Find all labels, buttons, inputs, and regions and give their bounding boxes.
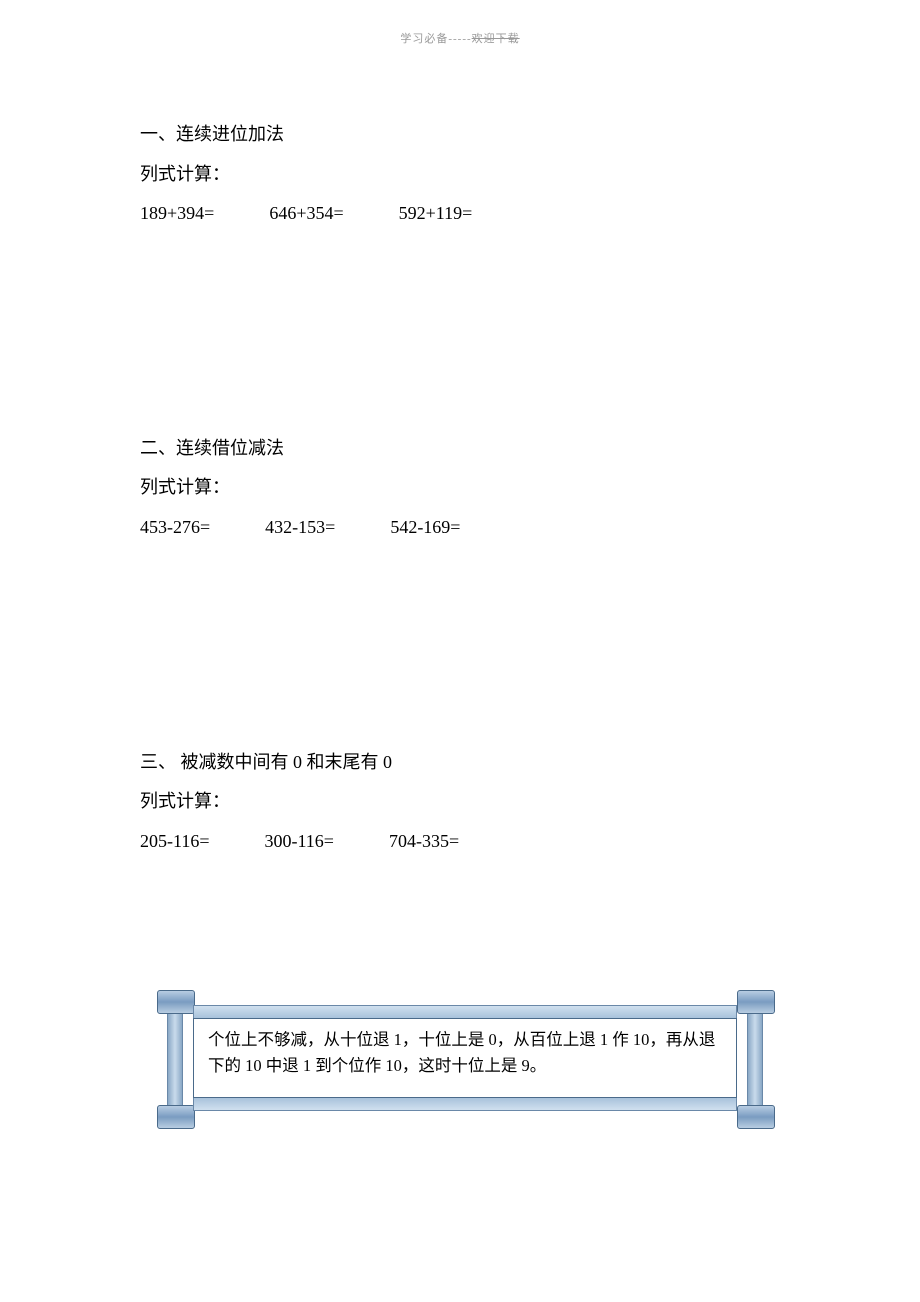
section-2-sub: 列式计算：: [140, 468, 780, 508]
section-3-sub: 列式计算：: [140, 782, 780, 822]
problem: 646+354=: [269, 194, 343, 234]
problem: 542-169=: [390, 508, 460, 548]
note-scroll-banner: 个位上不够减，从十位退 1，十位上是 0，从百位上退 1 作 10，再从退下的 …: [157, 990, 773, 1125]
section-3-title: 三、 被减数中间有 0 和末尾有 0: [140, 743, 780, 783]
section-2-title: 二、连续借位减法: [140, 429, 780, 469]
section-1-title: 一、连续进位加法: [140, 115, 780, 155]
note-text: 个位上不够减，从十位退 1，十位上是 0，从百位上退 1 作 10，再从退下的 …: [193, 1018, 737, 1098]
scroll-left-cap-icon: [157, 990, 193, 1125]
section-1-problems: 189+394= 646+354= 592+119=: [140, 194, 780, 234]
page-header: 学习必备-----欢迎下载: [0, 30, 920, 46]
scroll-right-cap-icon: [737, 990, 773, 1125]
header-right: 欢迎下载: [472, 33, 520, 45]
problem: 300-116=: [264, 822, 333, 862]
problem: 453-276=: [140, 508, 210, 548]
section-1-sub: 列式计算：: [140, 155, 780, 195]
header-left: 学习必备: [400, 33, 448, 45]
problem: 704-335=: [389, 822, 459, 862]
section-3-problems: 205-116= 300-116= 704-335=: [140, 822, 780, 862]
scroll-body: 个位上不够减，从十位退 1，十位上是 0，从百位上退 1 作 10，再从退下的 …: [193, 1005, 737, 1110]
section-2-problems: 453-276= 432-153= 542-169=: [140, 508, 780, 548]
document-content: 一、连续进位加法 列式计算： 189+394= 646+354= 592+119…: [140, 115, 780, 1056]
problem: 189+394=: [140, 194, 214, 234]
problem: 205-116=: [140, 822, 209, 862]
header-sep: -----: [448, 33, 471, 45]
problem: 432-153=: [265, 508, 335, 548]
problem: 592+119=: [399, 194, 473, 234]
